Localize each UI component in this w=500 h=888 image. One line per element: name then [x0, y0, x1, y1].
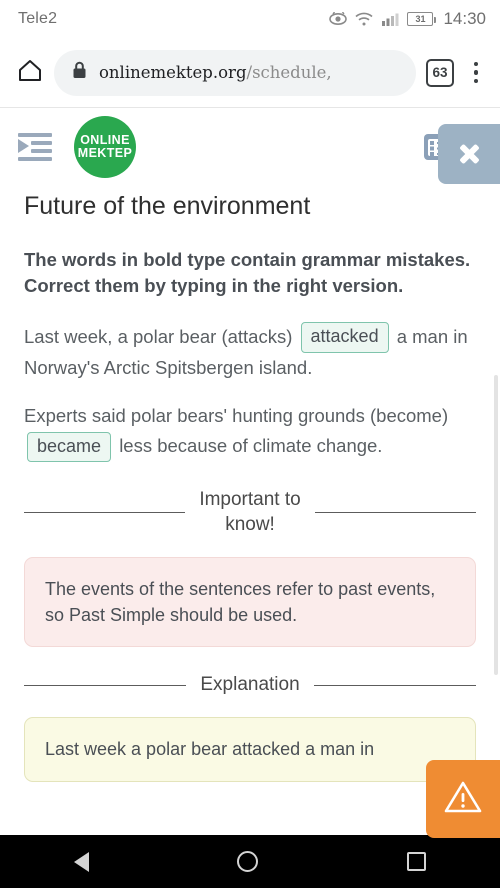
carrier-label: Tele2 — [18, 10, 58, 27]
page-title: Future of the environment — [24, 192, 311, 220]
exercise-2-before: Experts said polar bears' hunting ground… — [24, 404, 449, 426]
important-note-box: The events of the sentences refer to pas… — [24, 556, 476, 648]
exercise-1-before: Last week, a polar bear (attacks) — [24, 325, 293, 347]
status-icons: 31 14:30 — [329, 9, 486, 29]
report-problem-button[interactable] — [426, 760, 500, 838]
logo-line-2: MEKTEP — [77, 146, 133, 160]
recents-button[interactable] — [406, 852, 426, 871]
app-header: ONLINE MEKTEP — [0, 108, 500, 186]
eye-icon — [329, 12, 348, 26]
home-button[interactable] — [237, 851, 259, 872]
explanation-divider-label: Explanation — [200, 674, 300, 696]
address-bar[interactable]: onlinemektep.org/schedule, — [54, 49, 416, 96]
online-mektep-logo[interactable]: ONLINE MEKTEP — [74, 116, 136, 178]
important-divider: Important to know! — [24, 488, 477, 537]
exercise-sentence-2: Experts said polar bears' hunting ground… — [24, 401, 476, 463]
kebab-menu-icon[interactable] — [464, 58, 488, 88]
clock-label: 14:30 — [443, 9, 486, 28]
instructions-text: The words in bold type contain grammar m… — [24, 249, 471, 297]
page-scrollbar[interactable] — [494, 375, 498, 675]
signal-icon — [381, 12, 399, 26]
home-icon[interactable] — [16, 57, 44, 88]
back-button[interactable] — [74, 851, 90, 872]
lesson-content: Future of the environment The words in b… — [0, 192, 500, 782]
answer-input-2[interactable]: became — [27, 431, 112, 463]
indent-list-icon[interactable] — [18, 133, 52, 161]
wifi-icon — [355, 12, 374, 26]
explanation-divider: Explanation — [24, 673, 477, 697]
important-divider-label: Important to know! — [199, 489, 301, 535]
close-button[interactable] — [438, 124, 500, 184]
url-path: /schedule, — [246, 63, 332, 82]
exercise-2-after: less because of climate change. — [119, 434, 383, 456]
battery-level: 31 — [415, 14, 426, 24]
explanation-box: Last week a polar bear attacked a man in — [24, 717, 476, 782]
close-icon — [456, 141, 482, 167]
url-text: onlinemektep.org/schedule, — [99, 63, 332, 82]
tab-count-button[interactable]: 63 — [426, 58, 454, 87]
answer-input-1[interactable]: attacked — [300, 322, 389, 353]
warning-triangle-icon — [443, 779, 483, 820]
divider-rule-left — [24, 511, 186, 514]
browser-toolbar: onlinemektep.org/schedule, 63 — [0, 38, 500, 108]
battery-icon: 31 — [407, 12, 437, 26]
divider-rule-right — [314, 511, 477, 514]
status-bar: Tele2 31 14:30 — [0, 0, 500, 38]
divider-rule-right — [313, 684, 477, 686]
lock-icon — [72, 61, 87, 84]
divider-rule-left — [24, 684, 187, 686]
phone-screen: Tele2 31 14:30 onlinemektep.org/schedule… — [0, 0, 500, 888]
url-domain: onlinemektep.org — [99, 63, 247, 82]
android-nav-bar — [0, 835, 500, 888]
exercise-sentence-1: Last week, a polar bear (attacks) attack… — [24, 322, 476, 383]
